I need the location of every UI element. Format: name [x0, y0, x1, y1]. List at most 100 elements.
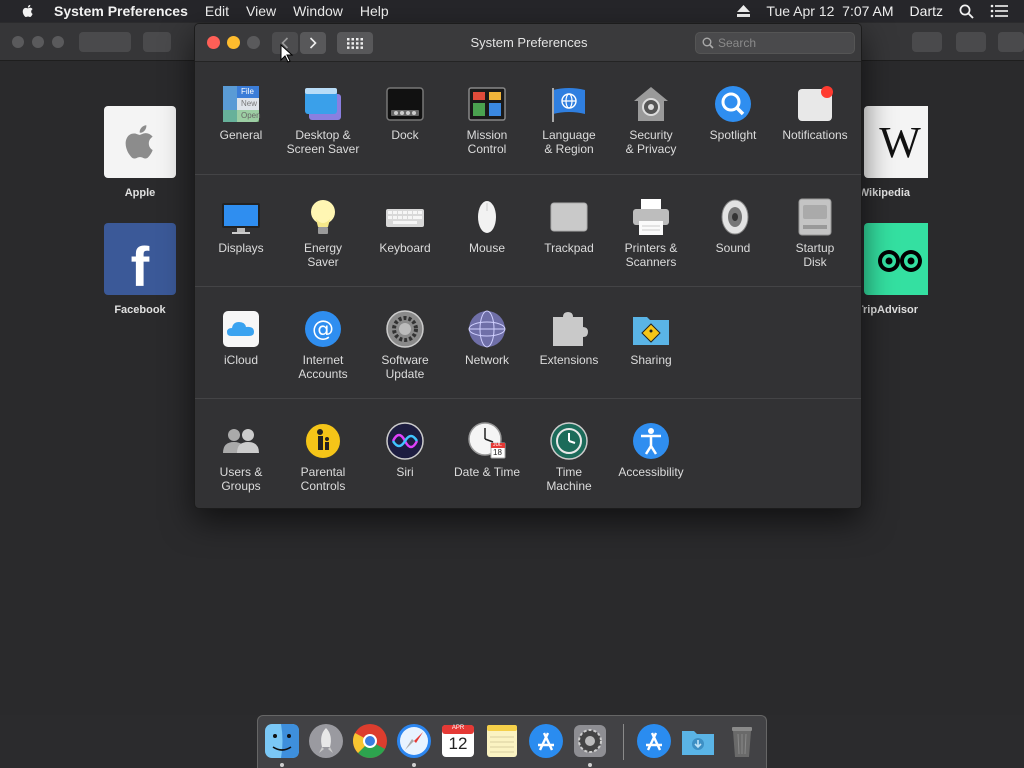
pref-mouse[interactable]: Mouse — [446, 197, 528, 255]
safari-new-tab-button[interactable] — [998, 32, 1024, 52]
notification-center-icon[interactable] — [990, 4, 1008, 18]
pref-printers-scanners[interactable]: Printers & Scanners — [610, 197, 692, 269]
siri-icon — [385, 421, 425, 461]
pref-sharing[interactable]: Sharing — [610, 309, 692, 367]
pref-label: Internet Accounts — [298, 353, 348, 381]
favorite-facebook[interactable]: f Facebook — [102, 223, 178, 316]
pref-displays[interactable]: Displays — [200, 197, 282, 255]
internet-accounts-icon: @ — [303, 309, 343, 349]
chrome-icon — [353, 724, 387, 758]
spotlight-search-icon[interactable] — [959, 4, 974, 19]
pref-notifications[interactable]: Notifications — [774, 84, 856, 142]
favorite-label: Apple — [124, 187, 156, 199]
dock-trash[interactable] — [724, 723, 760, 759]
calendar-day-text: 12 — [448, 734, 468, 753]
dock-downloads[interactable] — [680, 723, 716, 759]
pref-users-groups[interactable]: Users & Groups — [200, 421, 282, 493]
clock[interactable]: Tue Apr 12 7:07 AM — [766, 3, 893, 19]
pref-icloud[interactable]: iCloud — [200, 309, 282, 367]
pref-parental-controls[interactable]: Parental Controls — [282, 421, 364, 493]
pref-software-update[interactable]: Software Update — [364, 309, 446, 381]
pref-startup-disk[interactable]: Startup Disk — [774, 197, 856, 269]
dock-system-preferences[interactable] — [572, 723, 608, 759]
trash-icon — [732, 727, 752, 757]
titlebar: System Preferences — [195, 24, 861, 62]
pref-siri[interactable]: Siri — [364, 421, 446, 479]
dock-notes[interactable] — [484, 723, 520, 759]
apple-menu-icon[interactable] — [20, 3, 36, 19]
app-menu[interactable]: System Preferences — [54, 3, 188, 19]
menu-edit[interactable]: Edit — [205, 3, 229, 19]
network-icon — [467, 309, 507, 349]
safari-sidebar-button[interactable] — [143, 32, 171, 52]
running-indicator — [280, 763, 284, 767]
dock-launchpad[interactable] — [308, 723, 344, 759]
pref-language-region[interactable]: Language & Region — [528, 84, 610, 156]
tripadvisor-logo-icon — [864, 223, 928, 295]
pref-sound[interactable]: Sound — [692, 197, 774, 255]
dock: APR 12 — [257, 715, 767, 768]
calendar-month-text: APR — [451, 725, 465, 731]
favorite-apple[interactable]: Apple — [102, 106, 178, 199]
search-field[interactable] — [695, 32, 855, 54]
safari-icon — [397, 724, 431, 758]
pref-accessibility[interactable]: Accessibility — [610, 421, 692, 479]
pref-internet-accounts[interactable]: @ Internet Accounts — [282, 309, 364, 381]
dock-chrome[interactable] — [352, 723, 388, 759]
pref-label: Date & Time — [453, 465, 521, 479]
pref-keyboard[interactable]: Keyboard — [364, 197, 446, 255]
pref-label: Notifications — [782, 128, 848, 142]
safari-minimize-button[interactable] — [32, 36, 44, 48]
keyboard-icon — [385, 197, 425, 237]
safari-tabs-button[interactable] — [956, 32, 986, 52]
safari-close-button[interactable] — [12, 36, 24, 48]
favorite-label: Facebook — [114, 304, 166, 316]
pref-general[interactable]: File New Open General — [200, 84, 282, 142]
mouse-pointer-icon — [280, 44, 294, 63]
finder-icon — [265, 724, 299, 758]
user-menu[interactable]: Dartz — [910, 3, 943, 19]
pref-label: Mission Control — [466, 128, 508, 156]
pref-extensions[interactable]: Extensions — [528, 309, 610, 367]
safari-back-forward[interactable] — [79, 32, 131, 52]
pref-label: Trackpad — [544, 241, 594, 255]
pref-label: Dock — [391, 128, 419, 142]
pref-energy-saver[interactable]: Energy Saver — [282, 197, 364, 269]
section-internet: iCloud @ Internet Accounts Software Upda… — [195, 286, 861, 398]
pref-trackpad[interactable]: Trackpad — [528, 197, 610, 255]
spotlight-icon — [713, 84, 753, 124]
app-store-icon — [529, 724, 563, 758]
notifications-icon — [795, 84, 835, 124]
pref-spotlight[interactable]: Spotlight — [692, 84, 774, 142]
dock-app-store-download[interactable] — [636, 723, 672, 759]
pref-date-time[interactable]: JUL 18 Date & Time — [446, 421, 528, 479]
facebook-logo-icon: f — [104, 223, 176, 298]
menu-window[interactable]: Window — [293, 3, 343, 19]
section-personal: File New Open General Desktop & Screen S… — [195, 62, 861, 174]
desktop-icon — [303, 84, 343, 124]
search-input[interactable] — [718, 36, 848, 50]
pref-label: Startup Disk — [795, 241, 835, 269]
pref-network[interactable]: Network — [446, 309, 528, 367]
safari-share-button[interactable] — [912, 32, 942, 52]
general-file-text: File — [241, 87, 254, 96]
pref-label: General — [219, 128, 263, 142]
dock-app-store[interactable] — [528, 723, 564, 759]
dock-calendar[interactable]: APR 12 — [440, 723, 476, 759]
pref-desktop-screen-saver[interactable]: Desktop & Screen Saver — [282, 84, 364, 156]
safari-zoom-button[interactable] — [52, 36, 64, 48]
pref-label: Sharing — [630, 353, 672, 367]
parental-controls-icon — [303, 421, 343, 461]
pref-mission-control[interactable]: Mission Control — [446, 84, 528, 156]
dock-finder[interactable] — [264, 723, 300, 759]
printer-icon — [631, 197, 671, 237]
pref-dock[interactable]: Dock — [364, 84, 446, 142]
pref-security-privacy[interactable]: Security & Privacy — [610, 84, 692, 156]
eject-icon[interactable] — [737, 5, 751, 17]
dock-safari[interactable] — [396, 723, 432, 759]
trackpad-icon — [549, 197, 589, 237]
menu-help[interactable]: Help — [360, 3, 389, 19]
pref-time-machine[interactable]: Time Machine — [528, 421, 610, 493]
menu-view[interactable]: View — [246, 3, 276, 19]
pref-label: Keyboard — [379, 241, 431, 255]
